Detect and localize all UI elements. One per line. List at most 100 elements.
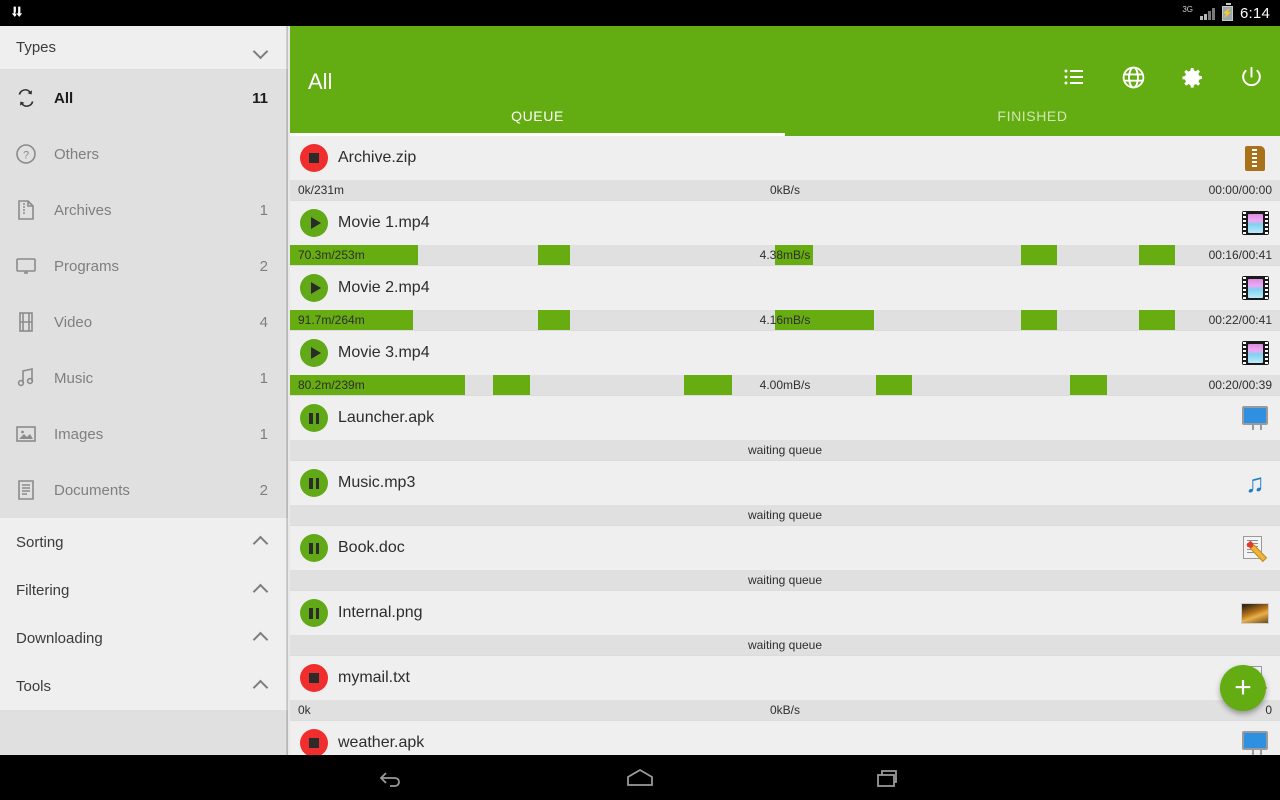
progress-speed-label: 4.16mB/s bbox=[759, 313, 811, 327]
progress-bar: waiting queue bbox=[290, 635, 1280, 655]
sidebar-item-label: Others bbox=[54, 145, 100, 163]
film-icon bbox=[14, 310, 54, 334]
sidebar-item-label: Archives bbox=[54, 201, 112, 219]
download-item-header[interactable]: Movie 1.mp4 bbox=[290, 201, 1280, 245]
download-state-button[interactable] bbox=[300, 144, 328, 172]
drawer-group-filtering[interactable]: Filtering bbox=[0, 566, 288, 614]
pause-glyph bbox=[309, 542, 319, 554]
sidebar-item-count: 2 bbox=[259, 481, 268, 499]
progress-speed-label: 0kB/s bbox=[769, 703, 800, 717]
drawer-group-types-label: Types bbox=[16, 39, 57, 56]
sidebar-item-label: Music bbox=[54, 369, 94, 387]
image-file-icon bbox=[1241, 602, 1269, 624]
download-item[interactable]: weather.apk bbox=[290, 721, 1280, 755]
download-item-header[interactable]: Archive.zip bbox=[290, 136, 1280, 180]
download-file-name: Archive.zip bbox=[338, 149, 417, 166]
download-item-header[interactable]: Music.mp3 ♫ bbox=[290, 461, 1280, 505]
download-item[interactable]: Movie 3.mp4 80.2m/239m 4.00mB/s 00:20/00… bbox=[290, 331, 1280, 396]
download-state-button[interactable] bbox=[300, 599, 328, 627]
download-item[interactable]: mymail.txt 0k 0kB/s 0 bbox=[290, 656, 1280, 721]
sidebar-item-archives[interactable]: Archives 1 bbox=[0, 182, 288, 238]
drawer-group-tools[interactable]: Tools bbox=[0, 662, 288, 710]
video-file-icon bbox=[1241, 341, 1269, 365]
sidebar-item-others[interactable]: ? Others bbox=[0, 126, 288, 182]
download-item[interactable]: Movie 1.mp4 70.3m/253m 4.38mB/s 00:16/00… bbox=[290, 201, 1280, 266]
chevron-down-icon bbox=[254, 631, 268, 645]
download-file-name: weather.apk bbox=[338, 734, 425, 751]
download-item-header[interactable]: Movie 2.mp4 bbox=[290, 266, 1280, 310]
download-item[interactable]: Internal.png waiting queue bbox=[290, 591, 1280, 656]
sidebar-item-video[interactable]: Video 4 bbox=[0, 294, 288, 350]
download-item[interactable]: Launcher.apk waiting queue bbox=[290, 396, 1280, 461]
sidebar-item-count: 1 bbox=[259, 369, 268, 387]
archive-icon bbox=[14, 198, 54, 222]
download-file-type-icon bbox=[1240, 208, 1270, 238]
drawer-group-types[interactable]: Types bbox=[0, 26, 288, 70]
download-item-header[interactable]: Launcher.apk bbox=[290, 396, 1280, 440]
drawer-group-downloading[interactable]: Downloading bbox=[0, 614, 288, 662]
power-icon[interactable] bbox=[1238, 64, 1264, 90]
program-file-icon bbox=[1242, 406, 1268, 430]
download-item[interactable]: Book.doc waiting queue bbox=[290, 526, 1280, 591]
sidebar-item-all[interactable]: All 11 bbox=[0, 70, 288, 126]
sidebar-item-images[interactable]: Images 1 bbox=[0, 406, 288, 462]
download-item-header[interactable]: Book.doc bbox=[290, 526, 1280, 570]
download-state-button[interactable] bbox=[300, 274, 328, 302]
download-state-button[interactable] bbox=[300, 534, 328, 562]
download-file-name: Book.doc bbox=[338, 539, 405, 556]
page-title: All bbox=[308, 69, 333, 94]
tab-queue[interactable]: QUEUE bbox=[290, 96, 785, 136]
sidebar-item-count: 11 bbox=[252, 89, 268, 107]
download-state-button[interactable] bbox=[300, 664, 328, 692]
download-file-type-icon bbox=[1240, 533, 1270, 563]
globe-icon[interactable] bbox=[1120, 64, 1146, 90]
play-glyph bbox=[310, 347, 321, 359]
play-glyph bbox=[310, 282, 321, 294]
drawer-group-sorting[interactable]: Sorting bbox=[0, 518, 288, 566]
list-icon[interactable] bbox=[1061, 64, 1087, 90]
sidebar-item-music[interactable]: Music 1 bbox=[0, 350, 288, 406]
progress-bar: waiting queue bbox=[290, 505, 1280, 525]
back-icon[interactable] bbox=[374, 765, 408, 791]
download-state-button[interactable] bbox=[300, 404, 328, 432]
gear-icon[interactable] bbox=[1179, 64, 1205, 90]
download-state-button[interactable] bbox=[300, 209, 328, 237]
sidebar-item-programs[interactable]: Programs 2 bbox=[0, 238, 288, 294]
download-item-header[interactable]: Movie 3.mp4 bbox=[290, 331, 1280, 375]
question-icon: ? bbox=[14, 142, 54, 166]
download-item-header[interactable]: Internal.png bbox=[290, 591, 1280, 635]
download-item[interactable]: Music.mp3 ♫ waiting queue bbox=[290, 461, 1280, 526]
progress-time-label: 00:20/00:39 bbox=[1208, 378, 1272, 392]
download-list[interactable]: Archive.zip 0k/231m 0kB/s 00:00/00:00 Mo… bbox=[290, 136, 1280, 755]
drawer-types-list: All 11 ? Others Archives 1 Programs 2 Vi… bbox=[0, 70, 288, 518]
document-icon bbox=[14, 478, 54, 502]
sidebar-item-documents[interactable]: Documents 2 bbox=[0, 462, 288, 518]
tab-finished[interactable]: FINISHED bbox=[785, 96, 1280, 136]
drawer-group-filtering-label: Filtering bbox=[16, 581, 70, 599]
download-item[interactable]: Archive.zip 0k/231m 0kB/s 00:00/00:00 bbox=[290, 136, 1280, 201]
plus-icon: + bbox=[1234, 671, 1252, 704]
chevron-down-icon bbox=[254, 679, 268, 693]
document-file-icon bbox=[1242, 535, 1268, 563]
stop-glyph bbox=[309, 738, 319, 748]
download-file-type-icon bbox=[1240, 728, 1270, 755]
progress-speed-label: waiting queue bbox=[747, 508, 823, 522]
add-download-fab[interactable]: + bbox=[1220, 665, 1266, 711]
progress-speed-label: 4.38mB/s bbox=[759, 248, 811, 262]
download-state-button[interactable] bbox=[300, 469, 328, 497]
download-state-button[interactable] bbox=[300, 729, 328, 755]
recents-icon[interactable] bbox=[872, 765, 906, 791]
music-icon bbox=[14, 366, 54, 390]
download-item-header[interactable]: weather.apk bbox=[290, 721, 1280, 755]
download-item[interactable]: Movie 2.mp4 91.7m/264m 4.16mB/s 00:22/00… bbox=[290, 266, 1280, 331]
sidebar-item-label: All bbox=[54, 89, 74, 107]
drawer-footer-space bbox=[0, 710, 288, 755]
home-icon[interactable] bbox=[623, 765, 657, 791]
music-file-icon: ♫ bbox=[1245, 468, 1265, 498]
download-file-name: Movie 3.mp4 bbox=[338, 344, 430, 361]
drawer-edge-shadow bbox=[286, 26, 288, 755]
sync-icon bbox=[14, 86, 54, 110]
download-item-header[interactable]: mymail.txt bbox=[290, 656, 1280, 700]
pause-glyph bbox=[309, 412, 319, 424]
download-state-button[interactable] bbox=[300, 339, 328, 367]
